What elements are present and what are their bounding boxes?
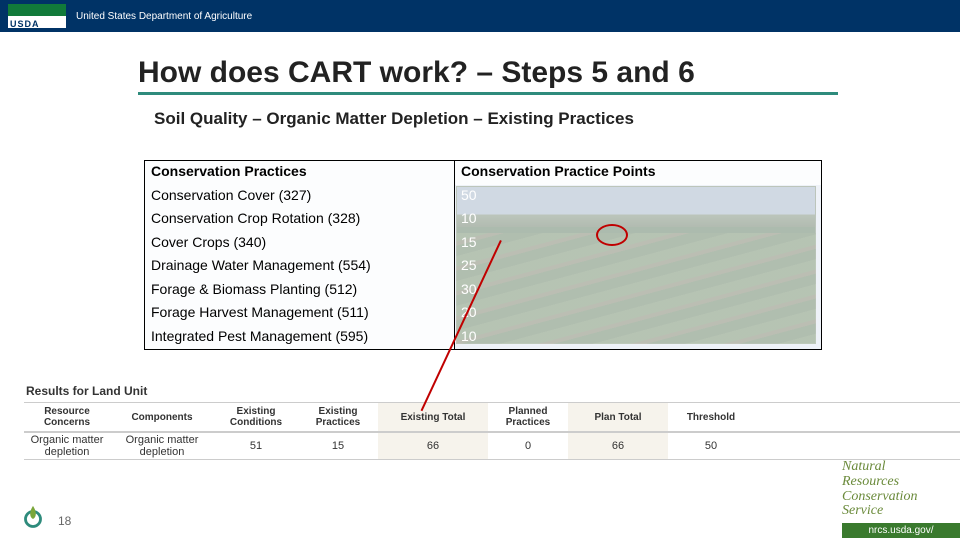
- practice-points: 30: [455, 279, 821, 303]
- results-header-row: Resource Concerns Components Existing Co…: [24, 402, 960, 432]
- results-data-row: Organic matter depletion Organic matter …: [24, 432, 960, 460]
- nrcs-brand: Natural Resources Conservation Service n…: [834, 420, 960, 540]
- highlight-circle-icon: [596, 224, 628, 246]
- practice-points: 50: [455, 185, 821, 209]
- nrcs-logo-icon: [18, 504, 48, 534]
- practice-points: 20: [455, 302, 821, 326]
- practice-name: Cover Crops (340): [145, 232, 455, 256]
- col-existing-conditions: Existing Conditions: [214, 403, 298, 431]
- nrcs-url[interactable]: nrcs.usda.gov/: [842, 523, 960, 538]
- val-existing-total: 66: [378, 433, 488, 459]
- practice-name: Conservation Crop Rotation (328): [145, 208, 455, 232]
- usda-logo-text: USDA: [10, 19, 40, 29]
- nrcs-line: Natural: [842, 459, 886, 474]
- usda-logo: USDA: [8, 4, 66, 28]
- col-plan-total: Plan Total: [568, 403, 668, 431]
- results-title: Results for Land Unit: [26, 384, 960, 398]
- val-components: Organic matter depletion: [110, 433, 214, 459]
- col-existing-total: Existing Total: [378, 403, 488, 431]
- val-planned: 0: [488, 433, 568, 459]
- practice-points: 10: [455, 208, 821, 232]
- practice-points: 15: [455, 232, 821, 256]
- table-row: Conservation Cover (327) 50: [145, 185, 821, 209]
- slide-title: How does CART work? – Steps 5 and 6: [138, 56, 838, 95]
- val-existing-practices: 15: [298, 433, 378, 459]
- col-existing-practices: Existing Practices: [298, 403, 378, 431]
- slide-subtitle: Soil Quality – Organic Matter Depletion …: [154, 109, 960, 129]
- col-planned: Planned Practices: [488, 403, 568, 431]
- content-area: Conservation Practices Conservation Prac…: [144, 160, 824, 350]
- col-threshold: Threshold: [668, 403, 754, 431]
- practice-name: Forage & Biomass Planting (512): [145, 279, 455, 303]
- title-block: How does CART work? – Steps 5 and 6: [138, 56, 838, 95]
- table-row: Conservation Crop Rotation (328) 10: [145, 208, 821, 232]
- table-row: Integrated Pest Management (595) 10: [145, 326, 821, 350]
- val-resource: Organic matter depletion: [24, 433, 110, 459]
- practice-name: Forage Harvest Management (511): [145, 302, 455, 326]
- val-plan-total: 66: [568, 433, 668, 459]
- col-header-points: Conservation Practice Points: [455, 161, 821, 185]
- table-row: Forage & Biomass Planting (512) 30: [145, 279, 821, 303]
- col-resource: Resource Concerns: [24, 403, 110, 431]
- val-existing-conditions: 51: [214, 433, 298, 459]
- practice-name: Integrated Pest Management (595): [145, 326, 455, 350]
- practice-points: 10: [455, 326, 821, 350]
- table-header-row: Conservation Practices Conservation Prac…: [145, 161, 821, 185]
- col-header-practices: Conservation Practices: [145, 161, 455, 185]
- practices-table: Conservation Practices Conservation Prac…: [144, 160, 822, 350]
- table-row: Forage Harvest Management (511) 20: [145, 302, 821, 326]
- dept-name: United States Department of Agriculture: [76, 11, 252, 22]
- results-block: Results for Land Unit Resource Concerns …: [24, 384, 960, 460]
- nrcs-text: Natural Resources Conservation Service: [842, 460, 917, 519]
- col-components: Components: [110, 403, 214, 431]
- nrcs-line: Conservation: [842, 489, 917, 504]
- nrcs-line: Resources: [842, 474, 899, 489]
- usda-header: USDA United States Department of Agricul…: [0, 0, 960, 32]
- nrcs-line: Service: [842, 503, 883, 518]
- practice-name: Drainage Water Management (554): [145, 255, 455, 279]
- table-row: Cover Crops (340) 15: [145, 232, 821, 256]
- practice-points: 25: [455, 255, 821, 279]
- slide-number: 18: [58, 514, 71, 528]
- practice-name: Conservation Cover (327): [145, 185, 455, 209]
- val-threshold: 50: [668, 433, 754, 459]
